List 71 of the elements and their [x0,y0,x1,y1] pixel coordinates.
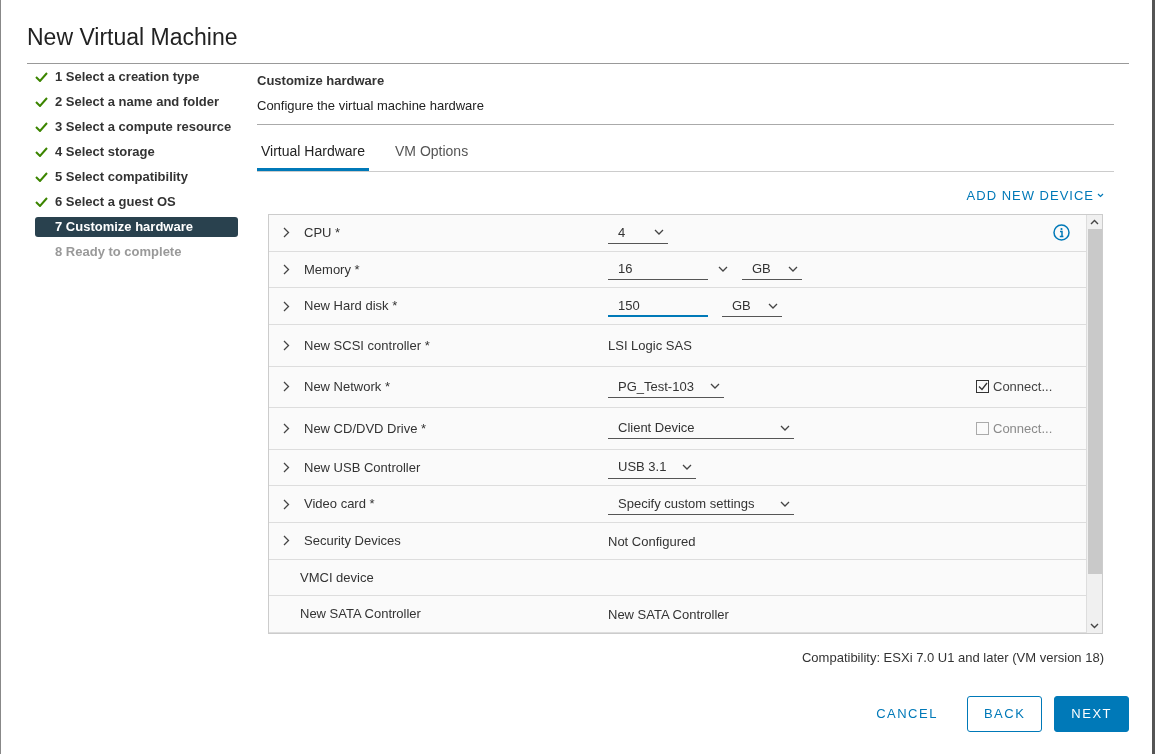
tab[interactable]: VM Options [391,140,473,171]
dialog-button[interactable]: NEXT [1054,695,1129,732]
checkmark-icon [35,96,48,107]
add-new-device-button[interactable]: ADD NEW DEVICE [966,185,1104,205]
dialog-title: New Virtual Machine [27,20,1129,64]
caret-icon [780,500,790,507]
wizard-step[interactable]: 7 Customize hardware [35,216,238,237]
checkbox-label: Connect... [993,419,1053,438]
checkmark-icon [977,382,988,392]
value-text: Not Configured [608,533,696,549]
dropdown[interactable]: GB [742,258,802,281]
caret-icon [768,302,778,309]
device-label: VMCI device [300,568,374,587]
chevron-right-icon[interactable] [283,227,290,239]
device-label: New SCSI controller * [304,336,430,355]
chevron-right-icon[interactable] [283,498,290,510]
device-label: CPU * [304,224,341,243]
caret-icon [682,464,693,471]
dropdown[interactable]: USB 3.1 [608,456,697,479]
checkmark-icon [35,196,48,207]
caret-icon [1097,192,1104,198]
caret-icon [654,229,664,236]
compatibility-text: Compatibility: ESXi 7.0 U1 and later (VM version 18) [801,649,1105,667]
wizard-step[interactable]: 4 Select storage [35,141,238,162]
device-label: Memory * [304,260,360,279]
caret-icon [718,266,728,273]
caret-icon [709,383,720,390]
chevron-right-icon[interactable] [283,381,290,393]
chevron-right-icon[interactable] [283,300,290,312]
device-label: New Hard disk * [304,297,398,316]
number-field[interactable]: 16 [608,258,708,281]
wizard-step[interactable]: 3 Select a compute resource [35,116,238,137]
chevron-right-icon[interactable] [283,339,290,351]
device-label: New SATA Controller [300,605,421,624]
chevron-right-icon[interactable] [283,264,290,275]
device-label: Video card * [304,495,375,514]
wizard-step[interactable]: 5 Select compatibility [35,166,238,187]
caret-icon [780,424,790,431]
dropdown[interactable]: Client Device [608,417,794,440]
wizard-step[interactable]: 1 Select a creation type [35,66,238,87]
dropdown[interactable]: GB [722,295,782,318]
tab[interactable]: Virtual Hardware [257,140,369,171]
device-label: New USB Controller [304,458,421,477]
checkmark-icon [35,171,48,182]
chevron-right-icon[interactable] [283,535,290,547]
checkmark-icon [35,146,48,157]
dropdown[interactable]: Specify custom settings [608,493,794,516]
device-label: New CD/DVD Drive * [304,419,427,438]
device-label: Security Devices [304,532,401,551]
value-text: New SATA Controller [608,607,729,623]
caret-icon [788,266,798,272]
info-icon[interactable] [1053,224,1070,242]
wizard-step[interactable]: 2 Select a name and folder [35,91,238,112]
device-label: New Network * [304,378,390,397]
checkmark-icon [35,71,48,82]
scroll-down-icon[interactable] [1090,623,1099,629]
section-subheading: Configure the virtual machine hardware [257,96,1114,125]
scrollbar[interactable] [1086,215,1102,633]
number-field[interactable]: 150 [608,295,708,318]
checkmark-icon [35,121,48,132]
value-text: LSI Logic SAS [608,338,692,354]
scroll-up-icon[interactable] [1090,219,1099,225]
checkbox-label: Connect... [993,378,1053,397]
dialog-button[interactable]: BACK [966,695,1043,732]
section-heading: Customize hardware [257,71,386,90]
dropdown[interactable]: 4 [608,221,668,244]
chevron-right-icon[interactable] [283,422,290,434]
wizard-step[interactable]: 6 Select a guest OS [35,191,238,212]
dropdown[interactable]: PG_Test-103 [608,375,724,398]
chevron-right-icon[interactable] [283,462,290,474]
connect-checkbox[interactable] [976,380,989,394]
